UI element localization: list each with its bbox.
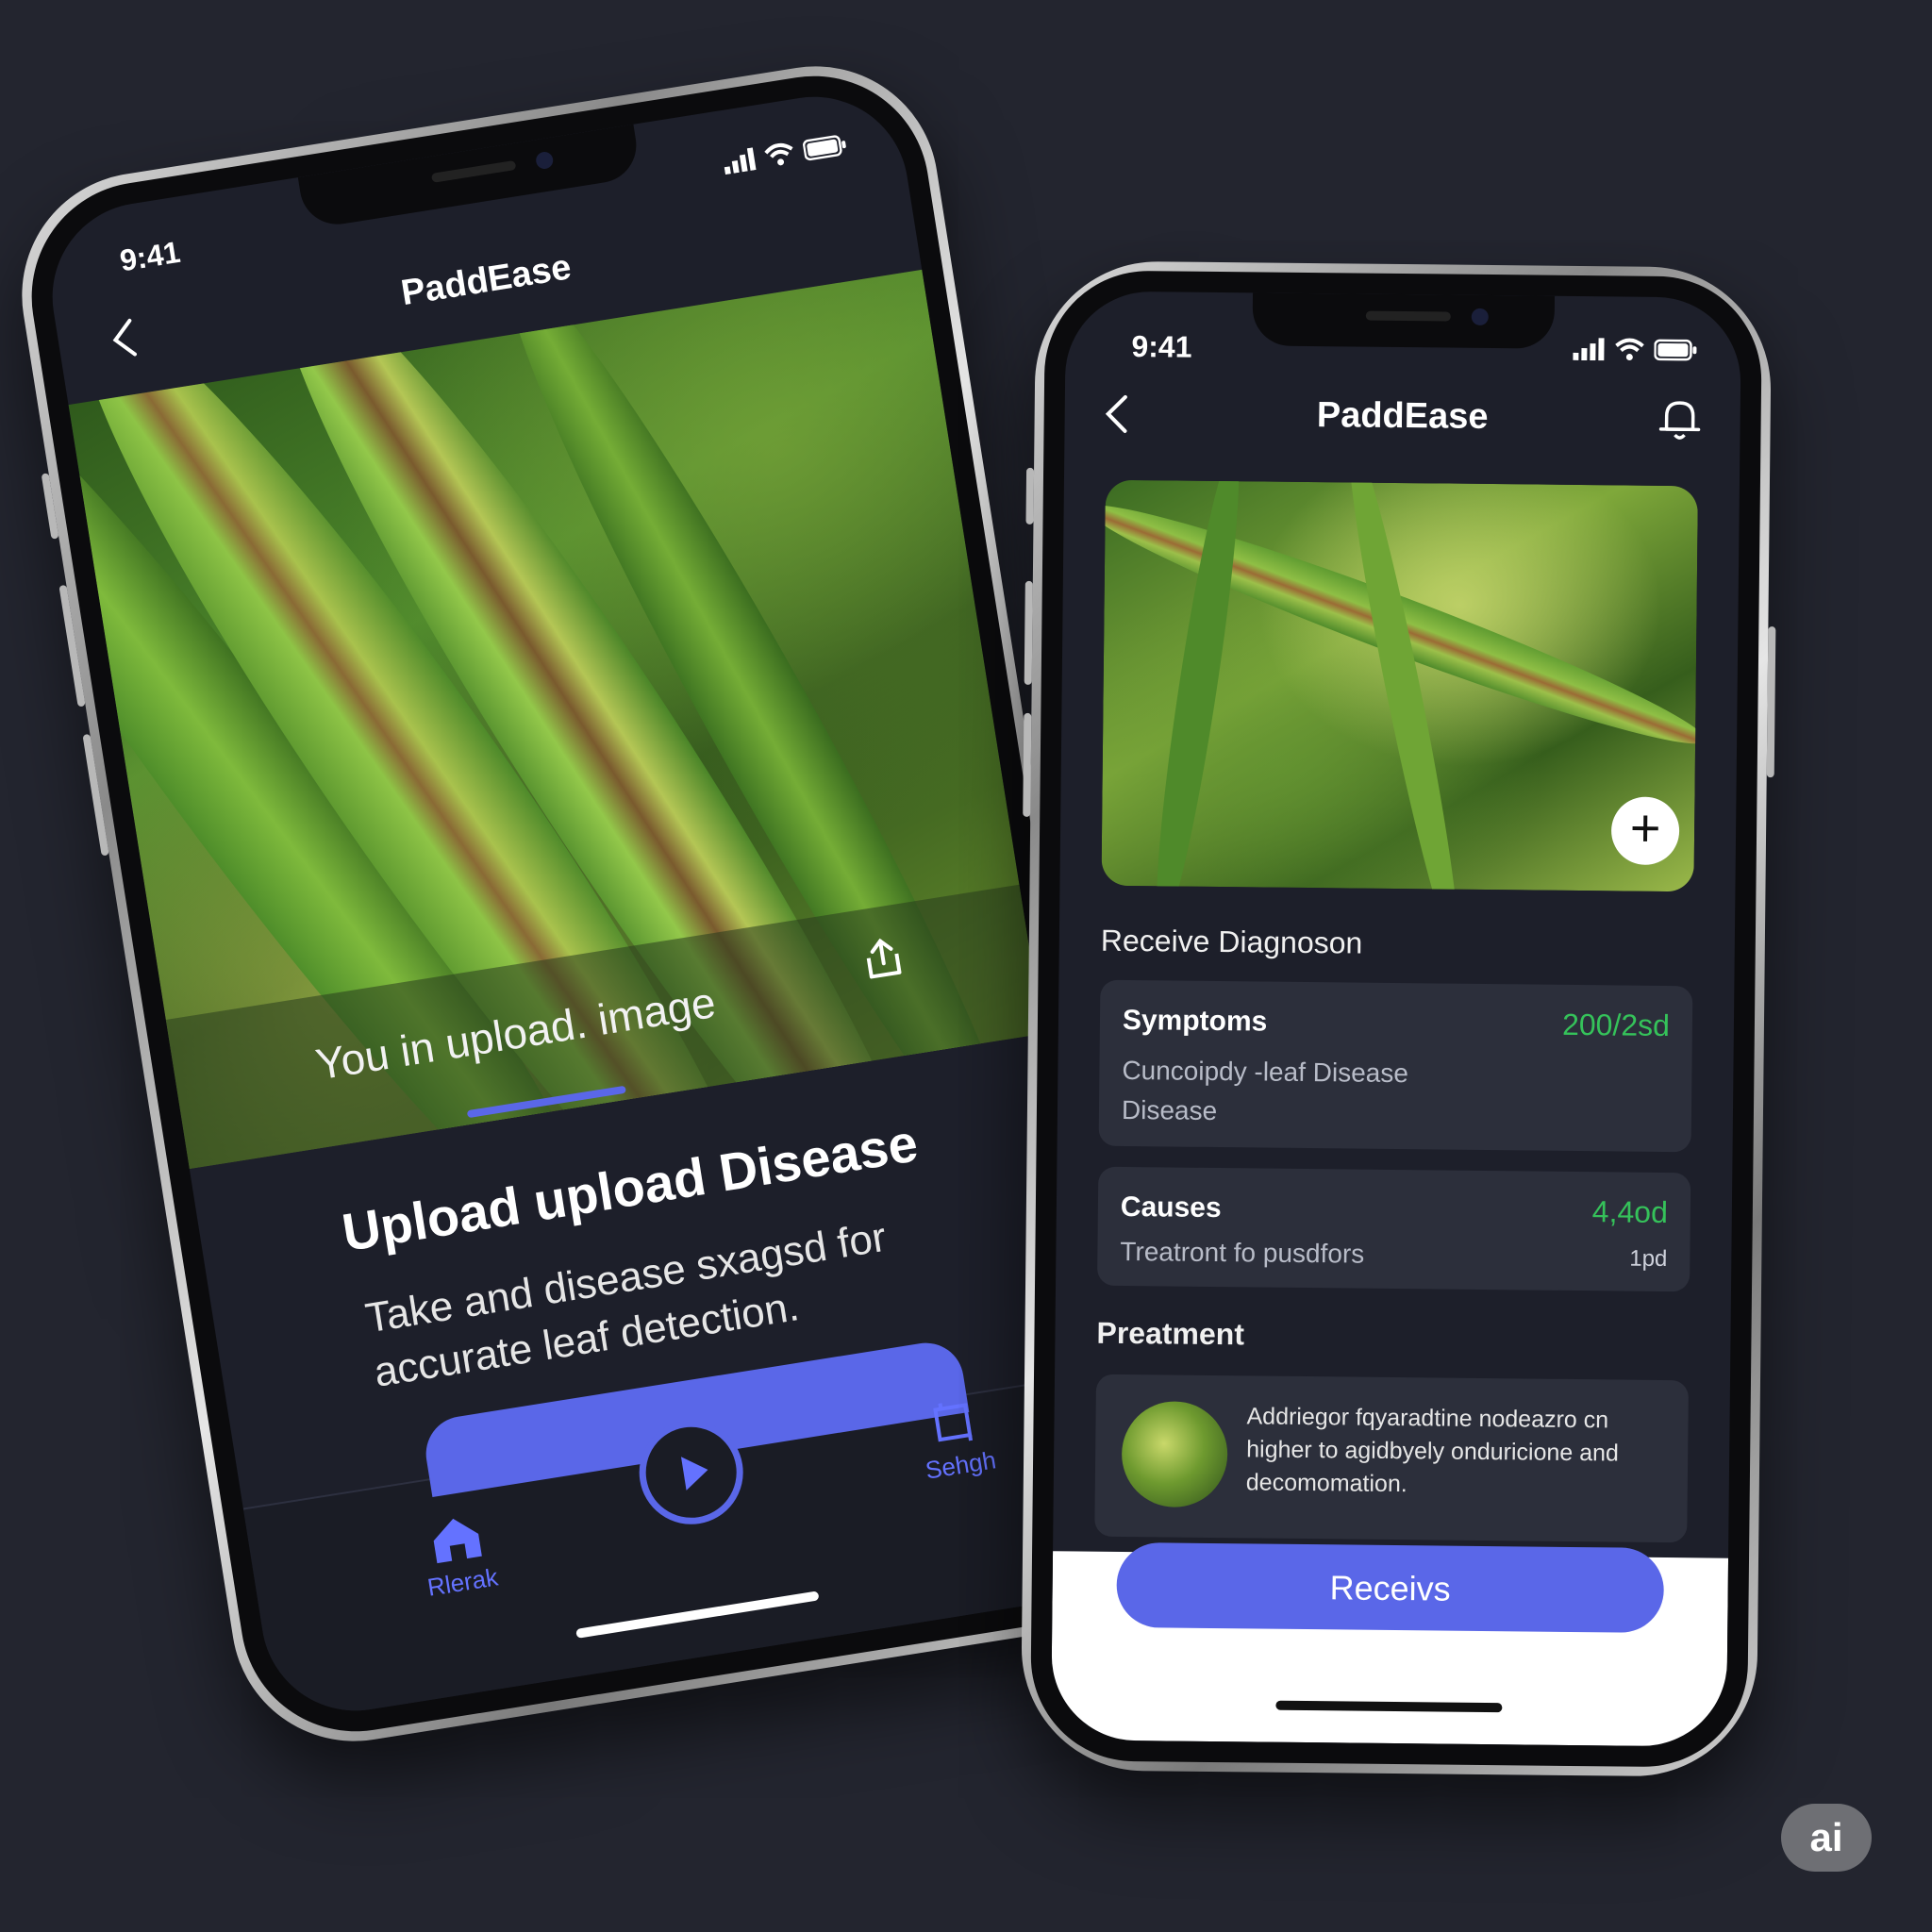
share-upload-icon[interactable]	[856, 932, 910, 991]
home-icon	[433, 1518, 482, 1564]
tab-bar: Rlerak Sehgh	[242, 1337, 1131, 1724]
app-header: PaddEase	[1064, 375, 1740, 458]
diagnosis-screen: 9:41 PaddEase + Receive Diagnoson Sympto…	[1050, 291, 1742, 1747]
battery-icon	[1654, 339, 1697, 361]
mute-switch	[1025, 467, 1035, 525]
symptoms-value: 200/2sd	[1561, 1007, 1671, 1043]
causes-line-1: Treatront fo pusdfors	[1120, 1236, 1365, 1269]
causes-title: Causes	[1120, 1191, 1222, 1224]
wifi-icon	[764, 142, 793, 166]
signal-icon	[1573, 338, 1605, 361]
treatment-card[interactable]: Addriegor fqyaradtine nodeazro cn higher…	[1094, 1374, 1690, 1543]
battery-icon	[802, 135, 846, 161]
receive-button[interactable]: Receivs	[1116, 1541, 1665, 1634]
tab-search[interactable]: Sehgh	[915, 1392, 998, 1486]
symptoms-card[interactable]: Symptoms 200/2sd Cuncoipdy -leaf Disease…	[1098, 979, 1693, 1153]
bell-icon[interactable]	[1657, 397, 1703, 447]
upload-phone: 9:41 PaddEase You in upload. image Uploa…	[4, 48, 1166, 1759]
treatment-section-title: Preatment	[1096, 1315, 1245, 1352]
diagnosis-section-title: Receive Diagnoson	[1100, 923, 1363, 960]
power-button	[1766, 626, 1776, 778]
treatment-text: Addriegor fqyaradtine nodeazro cn higher…	[1245, 1403, 1620, 1498]
add-photo-button[interactable]: +	[1610, 796, 1680, 866]
treatment-thumbnail	[1121, 1400, 1228, 1508]
home-indicator	[575, 1591, 820, 1639]
status-time: 9:41	[117, 234, 183, 278]
app-title: PaddEase	[1316, 395, 1489, 437]
symptoms-title: Symptoms	[1122, 1004, 1268, 1038]
upload-screen: 9:41 PaddEase You in upload. image Uploa…	[39, 83, 1131, 1724]
phone-bezel: 9:41 PaddEase You in upload. image Uploa…	[15, 59, 1155, 1748]
rice-plant-photo: +	[1101, 479, 1698, 892]
tab-search-label: Sehgh	[923, 1445, 998, 1485]
causes-value: 4,4od	[1591, 1194, 1669, 1230]
symptoms-line-1: Cuncoipdy -leaf Disease	[1122, 1055, 1409, 1089]
status-bar: 9:41	[1065, 328, 1740, 373]
mute-switch	[41, 473, 59, 540]
volume-down-button	[1023, 712, 1032, 817]
status-time: 9:41	[1131, 329, 1192, 364]
wifi-icon	[1615, 338, 1644, 361]
ai-badge: ai	[1781, 1804, 1872, 1872]
diagnosis-phone: 9:41 PaddEase + Receive Diagnoson Sympto…	[1020, 259, 1776, 1778]
symptoms-line-2: Disease	[1121, 1094, 1218, 1126]
volume-up-button	[1024, 580, 1033, 685]
tab-home[interactable]: Rlerak	[417, 1509, 500, 1603]
causes-card[interactable]: Causes 4,4od Treatront fo pusdfors 1pd	[1097, 1166, 1691, 1292]
crop-icon	[933, 1403, 974, 1442]
causes-small: 1pd	[1629, 1245, 1668, 1273]
phone-bezel: 9:41 PaddEase + Receive Diagnoson Sympto…	[1029, 270, 1763, 1768]
signal-icon	[724, 147, 757, 175]
play-icon	[680, 1457, 708, 1491]
tab-home-label: Rlerak	[425, 1562, 500, 1602]
